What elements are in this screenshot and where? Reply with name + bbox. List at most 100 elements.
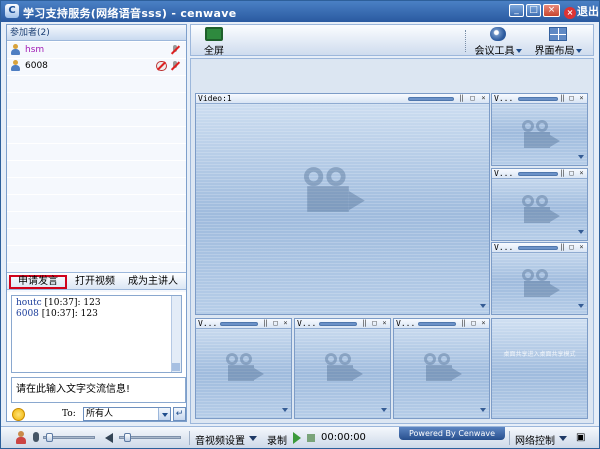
video-window[interactable]: V... ‖ □ × — [393, 318, 490, 419]
volume-bar[interactable] — [220, 322, 258, 326]
microphone-icon[interactable] — [33, 432, 39, 442]
maximize-icon[interactable]: □ — [568, 244, 575, 251]
participant-row[interactable]: 6008 — [7, 58, 186, 74]
volume-bar[interactable] — [518, 246, 558, 250]
chevron-down-icon[interactable] — [249, 436, 257, 441]
maximize-icon[interactable]: □ — [568, 170, 575, 177]
chevron-down-icon[interactable] — [559, 436, 567, 441]
participant-row[interactable]: hsm — [7, 42, 186, 58]
chevron-down-icon[interactable] — [578, 155, 584, 159]
volume-bar[interactable] — [518, 97, 558, 101]
chevron-down-icon[interactable] — [158, 408, 170, 420]
network-control-button[interactable]: 网络控制 — [515, 432, 555, 447]
maximize-icon[interactable]: □ — [272, 320, 279, 327]
desktop-share-window[interactable]: 桌面共享进入桌面共享模式 — [491, 318, 588, 419]
close-icon[interactable]: × — [578, 170, 585, 177]
speaker-icon[interactable] — [105, 433, 113, 443]
camera-placeholder-icon — [422, 353, 466, 383]
record-button[interactable]: 录制 — [267, 432, 287, 447]
chevron-down-icon[interactable] — [578, 230, 584, 234]
pause-icon[interactable]: ‖ — [559, 95, 566, 102]
apply-speak-button[interactable]: 申请发言 — [9, 275, 67, 289]
close-icon[interactable]: × — [381, 320, 388, 327]
user-status-icon[interactable] — [15, 431, 27, 444]
mic-volume-slider[interactable] — [43, 433, 95, 442]
chat-scrollbar[interactable] — [171, 296, 181, 372]
become-host-button[interactable]: 成为主讲人 — [124, 275, 182, 289]
chat-text: 123 — [80, 309, 98, 319]
participants-list[interactable]: hsm 6008 — [7, 42, 186, 292]
recipient-value: 所有人 — [86, 409, 114, 419]
pause-icon[interactable]: ‖ — [559, 244, 566, 251]
mic-off-icon[interactable] — [170, 45, 180, 55]
chat-log[interactable]: houtc [10:37]: 123 6008 [10:37]: 123 — [11, 295, 182, 373]
chevron-down-icon[interactable] — [381, 408, 387, 412]
send-button[interactable]: ↵ — [173, 407, 186, 421]
video-window[interactable]: V... ‖ □ × — [195, 318, 292, 419]
layout-label: 界面布局 — [534, 46, 575, 57]
av-settings-button[interactable]: 音视频设置 — [195, 432, 245, 447]
volume-bar[interactable] — [319, 322, 357, 326]
pause-icon[interactable]: ‖ — [458, 95, 465, 102]
chat-message: 6008 [10:37]: 123 — [16, 309, 177, 320]
pause-icon[interactable]: ‖ — [361, 320, 368, 327]
layout-grid-icon — [549, 27, 567, 41]
slider-thumb[interactable] — [46, 433, 53, 442]
maximize-icon[interactable]: □ — [470, 320, 477, 327]
speaker-volume-slider[interactable] — [119, 433, 181, 442]
close-icon[interactable]: × — [578, 95, 585, 102]
chevron-down-icon[interactable] — [282, 408, 288, 412]
minimize-button[interactable]: _ — [509, 4, 524, 17]
video-title: V... — [396, 319, 416, 328]
pause-icon[interactable]: ‖ — [460, 320, 467, 327]
chevron-down-icon[interactable] — [480, 408, 486, 412]
mic-off-icon[interactable] — [170, 61, 180, 71]
chat-sender: houtc — [16, 298, 42, 308]
maximize-button[interactable]: □ — [526, 4, 541, 17]
layout-button[interactable]: 界面布局 — [531, 27, 585, 57]
chevron-down-icon[interactable] — [578, 304, 584, 308]
meeting-tools-button[interactable]: 会议工具 — [471, 27, 525, 57]
slider-thumb[interactable] — [124, 433, 131, 442]
open-video-button[interactable]: 打开视频 — [69, 275, 121, 289]
main-toolbar: 全屏 会议工具 界面布局 — [190, 24, 594, 57]
title-bar[interactable]: C 学习支持服务(网络语音sss) - cenwave _ □ × × 退出 — [1, 1, 599, 22]
scroll-down-icon[interactable] — [172, 363, 180, 371]
close-icon[interactable]: × — [480, 320, 487, 327]
pause-icon[interactable]: ‖ — [262, 320, 269, 327]
camera-off-icon[interactable] — [156, 61, 167, 71]
close-icon[interactable]: × — [578, 244, 585, 251]
pause-icon[interactable]: ‖ — [559, 170, 566, 177]
fullscreen-toggle-icon[interactable]: ▣ — [576, 432, 585, 443]
video-window[interactable]: V... ‖ □ × — [491, 168, 588, 241]
exit-label: 退出 — [577, 5, 599, 18]
emoticon-icon[interactable] — [12, 408, 25, 421]
desktop-share-hint: 桌面共享进入桌面共享模式 — [503, 351, 576, 358]
chat-input[interactable]: 请在此输入文字交流信息! — [11, 377, 186, 403]
close-icon[interactable]: × — [282, 320, 289, 327]
volume-bar[interactable] — [518, 172, 558, 176]
stop-icon[interactable] — [307, 434, 315, 442]
video-header: V... ‖ □ × — [196, 319, 291, 329]
volume-bar[interactable] — [418, 322, 456, 326]
fullscreen-button[interactable]: 全屏 — [196, 27, 232, 57]
toolbar-separator — [465, 30, 467, 52]
maximize-icon[interactable]: □ — [469, 95, 476, 102]
video-header: V... ‖ □ × — [295, 319, 390, 329]
video-surface — [492, 319, 587, 418]
maximize-icon[interactable]: □ — [568, 95, 575, 102]
recipient-select[interactable]: 所有人 — [83, 407, 171, 421]
video-window[interactable]: V... ‖ □ × — [491, 242, 588, 315]
chevron-down-icon[interactable] — [480, 304, 486, 308]
close-button[interactable]: × — [543, 4, 560, 17]
exit-button[interactable]: × 退出 — [564, 3, 599, 19]
maximize-icon[interactable]: □ — [371, 320, 378, 327]
video-window[interactable]: V... ‖ □ × — [491, 93, 588, 166]
play-icon[interactable] — [293, 432, 301, 444]
status-separator — [189, 431, 190, 445]
volume-bar[interactable] — [408, 97, 454, 101]
close-icon[interactable]: × — [480, 95, 487, 102]
main-video-window[interactable]: Video:1 ‖ □ × — [195, 93, 490, 315]
video-window[interactable]: V... ‖ □ × — [294, 318, 391, 419]
video-header: V... ‖ □ × — [492, 169, 587, 179]
